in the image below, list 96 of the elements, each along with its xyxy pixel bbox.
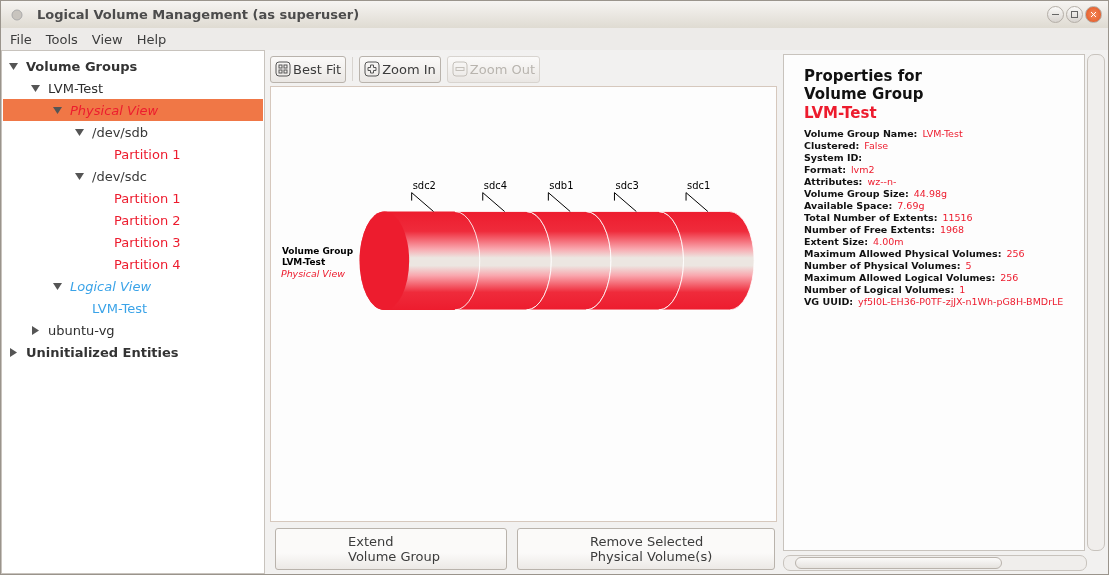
property-value: 11516 bbox=[942, 212, 973, 223]
tree-row[interactable]: Partition 1 bbox=[3, 143, 263, 165]
tree-row[interactable]: Partition 1 bbox=[3, 187, 263, 209]
fit-icon bbox=[275, 61, 291, 77]
property-value: 256 bbox=[1006, 248, 1025, 259]
minimize-icon bbox=[1052, 11, 1059, 18]
segment-label: sdc4 bbox=[483, 179, 507, 191]
segment-label: sdc1 bbox=[687, 179, 711, 191]
tree-label: /dev/sdb bbox=[92, 124, 148, 140]
property-label: Total Number of Extents: bbox=[804, 212, 938, 223]
property-label: Available Space: bbox=[804, 200, 893, 211]
property-label: Volume Group Name: bbox=[804, 128, 918, 139]
property-label: Maximum Allowed Physical Volumes: bbox=[804, 248, 1002, 259]
expanded-triangle-icon[interactable] bbox=[53, 281, 62, 291]
maximize-icon bbox=[1071, 11, 1078, 18]
action-button[interactable]: Extend Volume Group bbox=[275, 528, 507, 570]
tree-row[interactable]: Uninitialized Entities bbox=[3, 341, 263, 363]
segment-label: sdc3 bbox=[615, 179, 639, 191]
segment-label: sdb1 bbox=[549, 179, 574, 191]
collapsed-triangle-icon[interactable] bbox=[9, 347, 18, 357]
property-label: Format: bbox=[804, 164, 846, 175]
tree-label: Partition 4 bbox=[114, 256, 181, 272]
leader-line bbox=[613, 192, 637, 213]
menu-item[interactable]: Tools bbox=[38, 31, 85, 47]
property-label: Volume Group Size: bbox=[804, 188, 909, 199]
property-value: 4.00m bbox=[873, 236, 904, 247]
property-value: 44.98g bbox=[913, 188, 947, 199]
collapsed-triangle-icon[interactable] bbox=[31, 325, 40, 335]
tree-row[interactable]: /dev/sdc bbox=[3, 165, 263, 187]
tree-row[interactable]: Partition 2 bbox=[3, 209, 263, 231]
expanded-triangle-icon[interactable] bbox=[9, 61, 18, 71]
property-value: LVM-Test bbox=[922, 128, 963, 139]
tree-label: LVM-Test bbox=[48, 80, 104, 96]
tree-label: Physical View bbox=[70, 102, 159, 118]
zoom-out-icon bbox=[451, 61, 468, 77]
tree-row[interactable]: Volume Groups bbox=[3, 55, 263, 77]
property-label: Number of Physical Volumes: bbox=[804, 260, 961, 271]
menu-item[interactable]: File bbox=[3, 31, 39, 47]
property-value: 5 bbox=[965, 260, 972, 271]
diagram-caption: Volume Group bbox=[281, 246, 354, 257]
property-value: 7.69g bbox=[897, 200, 925, 211]
property-label: VG UUID: bbox=[804, 296, 854, 307]
expanded-triangle-icon[interactable] bbox=[31, 83, 40, 93]
tree-label: Logical View bbox=[70, 278, 152, 294]
property-value: 256 bbox=[1000, 272, 1019, 283]
property-label: Extent Size: bbox=[804, 236, 869, 247]
tree-row[interactable]: /dev/sdb bbox=[3, 121, 263, 143]
diagram-caption: Physical View bbox=[280, 268, 345, 280]
tree-label: /dev/sdc bbox=[92, 168, 147, 184]
tree-label: Partition 1 bbox=[114, 190, 181, 206]
close-button[interactable] bbox=[1085, 6, 1102, 23]
tree-label: ubuntu-vg bbox=[48, 322, 115, 338]
leader-line bbox=[685, 192, 709, 213]
leader-line bbox=[547, 192, 571, 213]
leader-line bbox=[482, 192, 506, 213]
minimize-button[interactable] bbox=[1047, 6, 1064, 23]
property-label: Number of Logical Volumes: bbox=[804, 284, 955, 295]
maximize-button[interactable] bbox=[1066, 6, 1083, 23]
tree-label: Volume Groups bbox=[26, 58, 138, 74]
menu-item[interactable]: View bbox=[84, 31, 130, 47]
vertical-scrollbar[interactable] bbox=[1087, 54, 1105, 551]
horizontal-scrollbar[interactable] bbox=[783, 555, 1087, 571]
property-value: 1968 bbox=[939, 224, 965, 235]
property-value: 1 bbox=[959, 284, 966, 295]
segment-label: sdc2 bbox=[412, 179, 436, 191]
toolbar-button[interactable]: Zoom In bbox=[359, 55, 441, 83]
tree-row[interactable]: Partition 4 bbox=[3, 253, 263, 275]
tree-row[interactable]: Partition 3 bbox=[3, 231, 263, 253]
property-label: Maximum Allowed Logical Volumes: bbox=[804, 272, 996, 283]
window-title: Logical Volume Management (as superuser) bbox=[37, 7, 361, 22]
volume-group-name: LVM-Test bbox=[804, 103, 878, 123]
properties-heading: Properties for Volume Group bbox=[804, 67, 925, 103]
tree-label: Partition 3 bbox=[114, 234, 181, 250]
property-value: yf5I0L-EH36-P0TF-zjJX-n1Wh-pG8H-BMDrLE bbox=[858, 296, 1064, 307]
expanded-triangle-icon[interactable] bbox=[75, 127, 84, 137]
property-label: System ID: bbox=[804, 152, 863, 163]
close-icon bbox=[1090, 11, 1097, 18]
property-label: Attributes: bbox=[804, 176, 863, 187]
menu-item[interactable]: Help bbox=[129, 31, 174, 47]
property-value: wz--n- bbox=[867, 176, 897, 187]
tree-label: Partition 1 bbox=[114, 146, 181, 162]
property-label: Clustered: bbox=[804, 140, 860, 151]
expanded-triangle-icon[interactable] bbox=[75, 171, 84, 181]
property-label: Number of Free Extents: bbox=[804, 224, 935, 235]
tree-label: LVM-Test bbox=[92, 300, 148, 316]
tree-row[interactable]: LVM-Test bbox=[3, 77, 263, 99]
property-value: False bbox=[864, 140, 889, 151]
diagram-caption: LVM-Test bbox=[281, 257, 326, 268]
tree-label: Uninitialized Entities bbox=[26, 344, 179, 360]
action-button[interactable]: Remove Selected Physical Volume(s) bbox=[517, 528, 775, 570]
property-value: lvm2 bbox=[850, 164, 875, 175]
zoom-in-icon bbox=[364, 61, 381, 77]
toolbar-button[interactable]: Best Fit bbox=[270, 55, 347, 83]
tree-row[interactable]: ubuntu-vg bbox=[3, 319, 263, 341]
tree-label: Partition 2 bbox=[114, 212, 181, 228]
leader-line bbox=[411, 192, 435, 213]
